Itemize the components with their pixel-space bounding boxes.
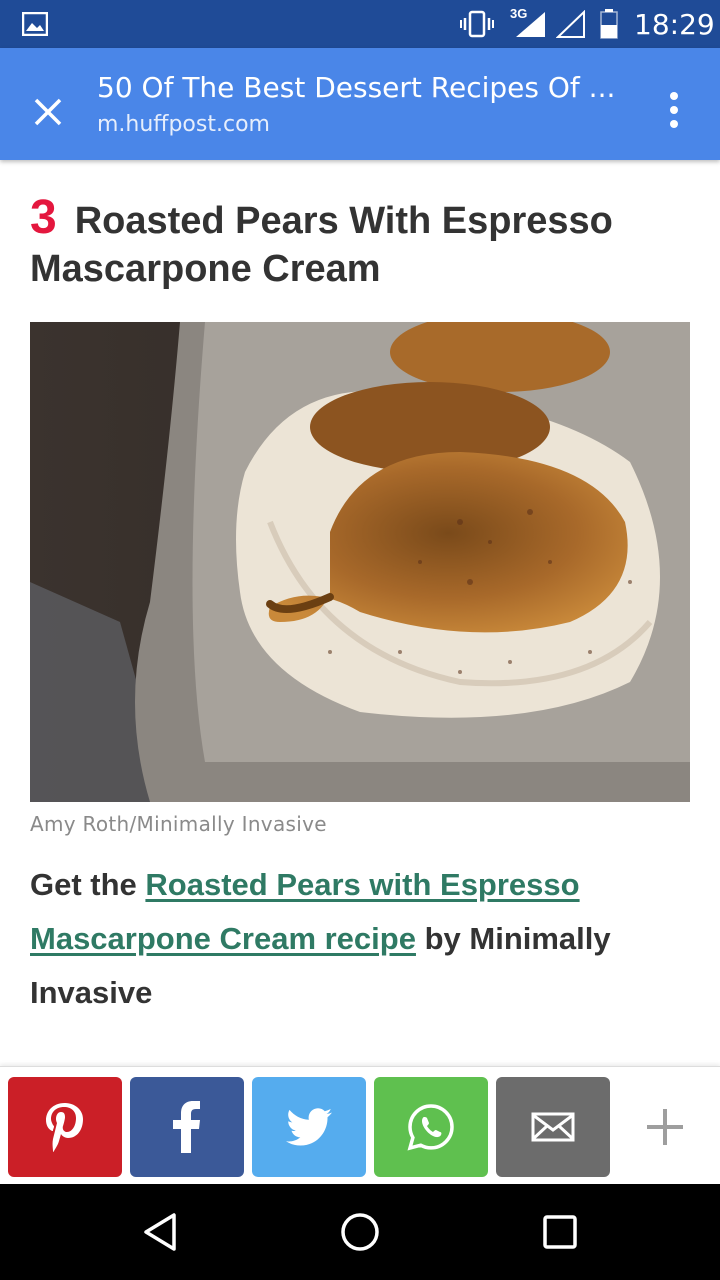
menu-dot bbox=[670, 92, 678, 100]
toolbar-titles: 50 Of The Best Dessert Recipes Of ... m.… bbox=[97, 68, 637, 142]
share-more-button[interactable] bbox=[608, 1077, 720, 1177]
mail-icon bbox=[531, 1112, 575, 1142]
slide-title: Roasted Pears With Espresso Mascarpone C… bbox=[30, 200, 613, 290]
share-facebook-button[interactable] bbox=[130, 1077, 244, 1177]
gallery-notification-icon bbox=[22, 12, 48, 36]
page-url: m.huffpost.com bbox=[97, 112, 270, 137]
signal-empty-icon bbox=[556, 10, 585, 38]
page-title: 50 Of The Best Dessert Recipes Of ... bbox=[97, 71, 616, 104]
close-icon bbox=[34, 98, 62, 126]
pinterest-icon bbox=[46, 1103, 83, 1152]
recents-icon bbox=[543, 1215, 577, 1249]
close-button[interactable] bbox=[20, 84, 76, 140]
battery-icon bbox=[600, 9, 618, 39]
twitter-icon bbox=[286, 1108, 332, 1146]
menu-dot bbox=[670, 106, 678, 114]
home-button[interactable] bbox=[336, 1208, 384, 1256]
vibrate-icon bbox=[460, 10, 494, 38]
system-nav-bar bbox=[0, 1184, 720, 1280]
slide-heading: 3 Roasted Pears With Espresso Mascarpone … bbox=[30, 194, 690, 293]
facebook-icon bbox=[173, 1101, 200, 1153]
slide-number: 3 bbox=[30, 191, 57, 244]
home-icon bbox=[341, 1213, 379, 1251]
back-icon bbox=[144, 1213, 176, 1251]
share-pinterest-button[interactable] bbox=[8, 1077, 122, 1177]
share-whatsapp-button[interactable] bbox=[374, 1077, 488, 1177]
recipe-line: Get the Roasted Pears with Espresso Masc… bbox=[30, 858, 670, 1020]
whatsapp-icon bbox=[407, 1104, 454, 1151]
overflow-menu-button[interactable] bbox=[654, 82, 694, 138]
plus-icon bbox=[647, 1109, 683, 1145]
share-twitter-button[interactable] bbox=[252, 1077, 366, 1177]
menu-dot bbox=[670, 120, 678, 128]
share-email-button[interactable] bbox=[496, 1077, 610, 1177]
signal-icon bbox=[516, 12, 545, 37]
photo-credit: Amy Roth/Minimally Invasive bbox=[30, 812, 327, 836]
recipe-photo bbox=[30, 322, 690, 802]
share-bar bbox=[0, 1066, 720, 1184]
back-button[interactable] bbox=[136, 1208, 184, 1256]
recipe-prefix: Get the bbox=[30, 867, 137, 902]
article: 3 Roasted Pears With Espresso Mascarpone … bbox=[0, 160, 720, 1065]
clock: 18:29 bbox=[634, 8, 715, 41]
status-bar: 3G 18:29 bbox=[0, 0, 720, 48]
roasted-pears-image bbox=[30, 322, 690, 802]
recents-button[interactable] bbox=[536, 1208, 584, 1256]
custom-tab-toolbar: 50 Of The Best Dessert Recipes Of ... m.… bbox=[0, 48, 720, 160]
